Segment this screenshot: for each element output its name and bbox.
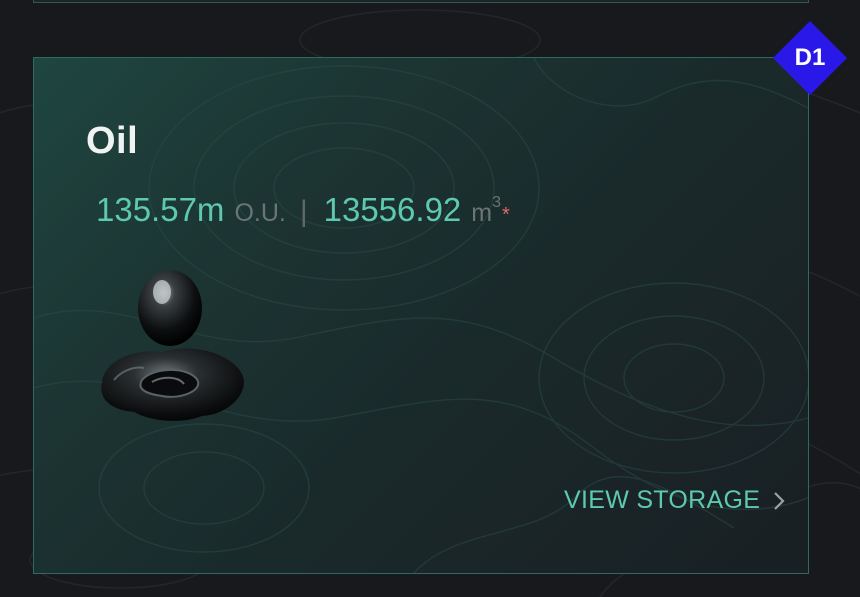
resource-title: Oil [86, 120, 139, 162]
volume-value: 13556.92 [323, 191, 462, 228]
volume-unit-base: m [471, 199, 493, 227]
stats-separator: | [299, 195, 308, 228]
oil-drop-icon [101, 270, 244, 421]
page: Oil 135.57m O.U. | 13556.92 m3 * VIEW ST… [0, 0, 860, 597]
volume-unit-exponent: 3 [492, 194, 502, 211]
amount-ou-value: 135.57m [96, 191, 225, 228]
chevron-right-icon [774, 491, 785, 510]
view-storage-link[interactable]: VIEW STORAGE [564, 486, 786, 515]
view-storage-label: VIEW STORAGE [564, 486, 761, 514]
amount-ou-unit: O.U. [234, 199, 286, 227]
district-badge: D1 [771, 19, 849, 97]
previous-card-edge [33, 0, 809, 3]
note-asterisk: * [502, 204, 510, 226]
volume-unit: m3 [471, 194, 501, 228]
badge-label: D1 [794, 44, 826, 71]
resource-card[interactable]: Oil 135.57m O.U. | 13556.92 m3 * VIEW ST… [33, 57, 809, 574]
resource-stats: 135.57m O.U. | 13556.92 m3 * [96, 191, 510, 229]
